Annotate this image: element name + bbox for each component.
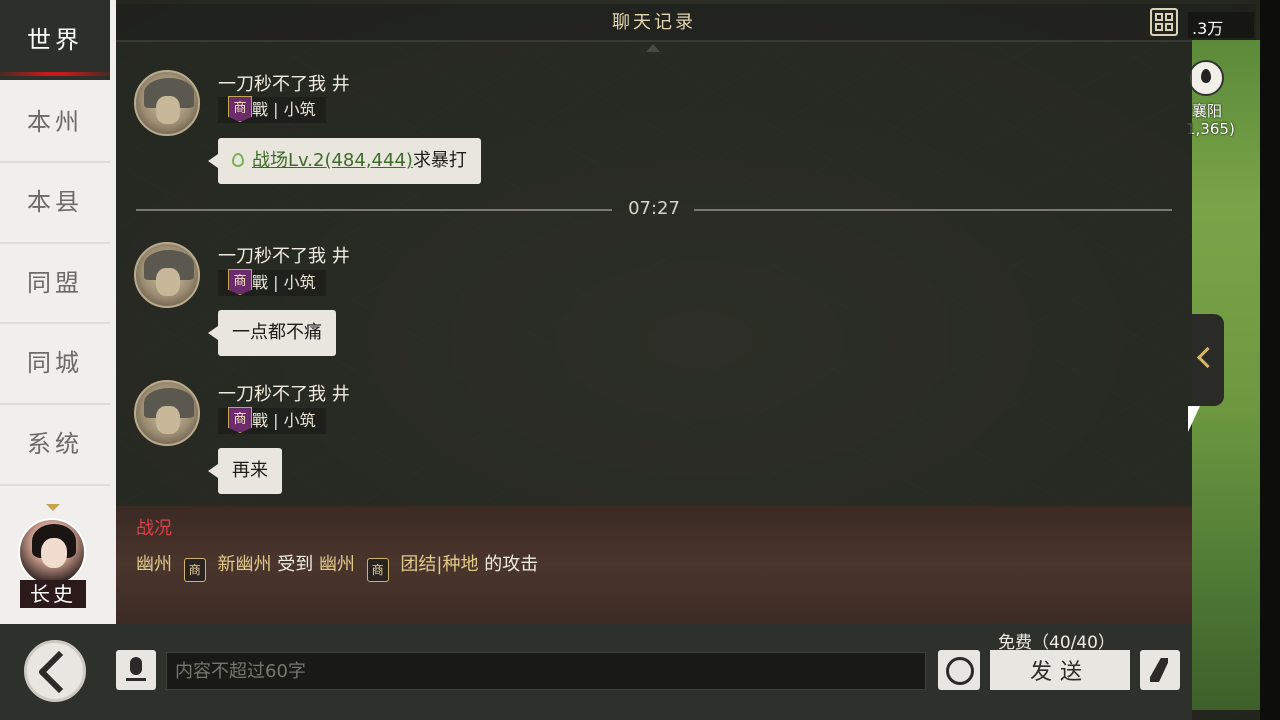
microphone-icon[interactable] — [116, 650, 156, 690]
message-bubble: 战场Lv.2(484,444)求暴打 — [208, 138, 481, 184]
official-avatar[interactable] — [18, 518, 86, 586]
collapse-panel-button[interactable] — [1192, 314, 1224, 406]
horn-broadcast-icon[interactable] — [1140, 650, 1180, 690]
seal-icon: 商 — [366, 558, 389, 582]
rank-badge-icon: 商 — [228, 269, 252, 295]
attacker-city: 新幽州 — [217, 554, 272, 575]
map-pin-icon[interactable] — [1188, 60, 1224, 96]
battle-suffix: 的攻击 — [484, 554, 539, 575]
rank-badge-icon: 商 — [228, 96, 252, 122]
message-bubble: 再来 — [208, 448, 282, 494]
back-arrow-icon[interactable] — [24, 640, 86, 702]
guild-name: 戰 | 小筑 — [252, 411, 316, 430]
message-username[interactable]: 一刀秒不了我 井 — [218, 380, 350, 406]
guild-name: 戰 | 小筑 — [252, 100, 316, 119]
map-city-coord: 1,365) — [1186, 120, 1235, 138]
sidebar-item-world[interactable]: 世界 — [0, 0, 110, 80]
send-button[interactable]: 发送 — [990, 650, 1130, 690]
message-text: 求暴打 — [412, 150, 467, 171]
page-title: 聊天记录 — [612, 12, 696, 33]
message-username[interactable]: 一刀秒不了我 井 — [218, 242, 350, 268]
sidebar-item-system[interactable]: 系统 — [0, 404, 110, 484]
battle-report-title: 战况 — [136, 518, 172, 539]
emoji-icon[interactable] — [938, 650, 980, 690]
mouse-cursor-icon — [1188, 406, 1200, 432]
map-city-label: 襄阳 — [1192, 102, 1223, 120]
battle-report-panel[interactable]: 战况 幽州 商 新幽州 受到 幽州 商 团结|种地 的攻击 — [116, 506, 1192, 624]
rank-badge-icon: 商 — [228, 407, 252, 433]
scroll-down-icon[interactable] — [46, 504, 60, 511]
channel-sidebar: 世界 本州 本县 同盟 同城 系统 长史 — [0, 0, 116, 624]
chat-top-divider — [116, 40, 1192, 42]
location-pin-icon — [232, 153, 244, 167]
message-username[interactable]: 一刀秒不了我 井 — [218, 70, 350, 96]
right-black-strip — [1260, 0, 1280, 720]
message-bubble: 一点都不痛 — [208, 310, 336, 356]
guild-name: 戰 | 小筑 — [252, 273, 316, 292]
attacker-region: 幽州 — [136, 554, 172, 575]
player-avatar[interactable] — [134, 242, 200, 308]
time-divider: 07:27 — [136, 198, 1172, 220]
seal-icon: 商 — [183, 558, 206, 582]
message-text: 一点都不痛 — [232, 322, 322, 343]
player-avatar[interactable] — [134, 70, 200, 136]
player-avatar[interactable] — [134, 380, 200, 446]
defender-region: 幽州 — [318, 554, 355, 575]
sidebar-item-county[interactable]: 本县 — [0, 162, 110, 242]
sidebar-item-city[interactable]: 同城 — [0, 323, 110, 403]
official-title-label: 长史 — [20, 580, 86, 608]
sidebar-item-province[interactable]: 本州 — [0, 82, 110, 162]
battle-verb: 受到 — [277, 554, 314, 575]
chat-message-input[interactable] — [166, 652, 926, 690]
resource-value: .3万 — [1188, 12, 1254, 38]
message-text: 再来 — [232, 460, 268, 481]
sidebar-item-alliance[interactable]: 同盟 — [0, 243, 110, 323]
battle-report-line[interactable]: 幽州 商 新幽州 受到 幽州 商 团结|种地 的攻击 — [136, 550, 538, 582]
defender-target: 团结|种地 — [400, 554, 479, 575]
chat-title-bar: 聊天记录 — [116, 0, 1192, 52]
location-link[interactable]: 战场Lv.2(484,444) — [252, 150, 413, 171]
